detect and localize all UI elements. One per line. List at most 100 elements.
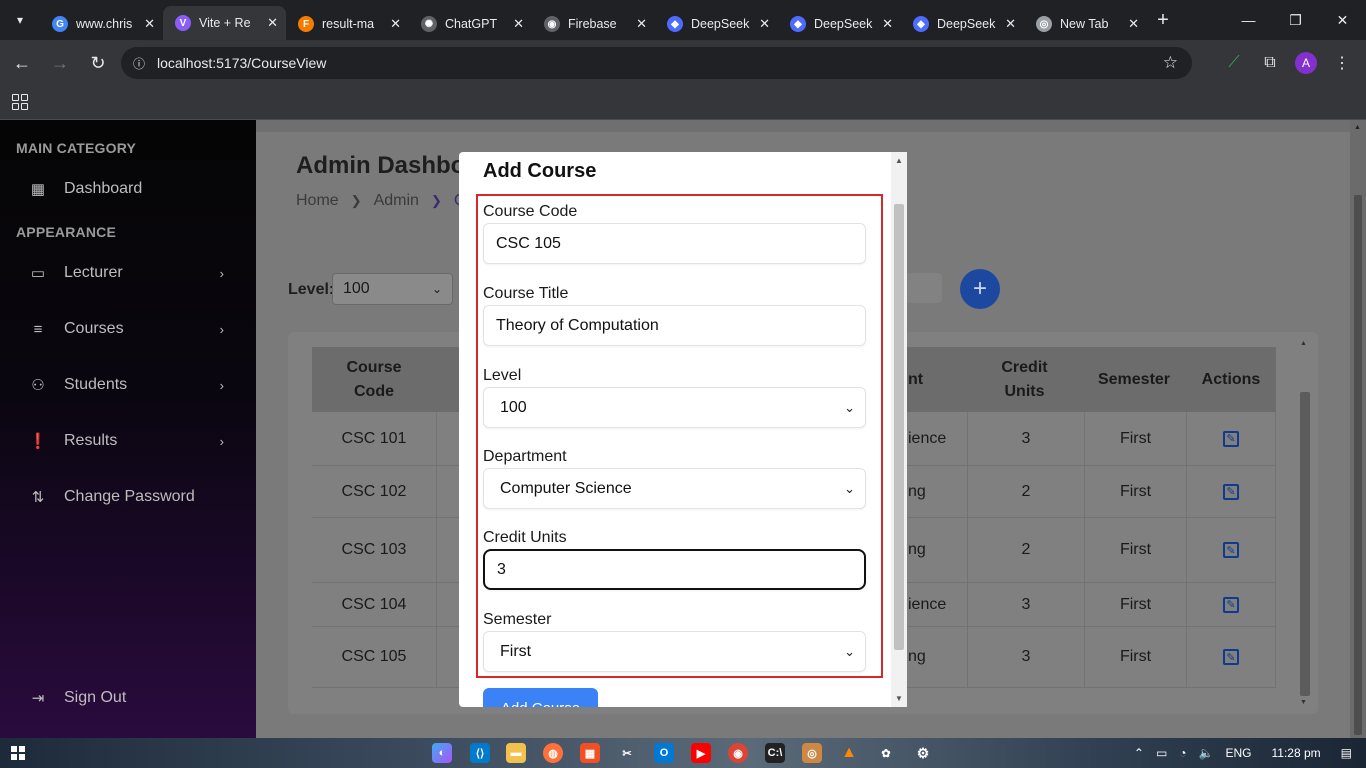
cell-department: ng [908,541,926,558]
youtube-icon[interactable]: ▶ [691,743,711,763]
close-tab-icon[interactable]: ✕ [144,16,155,32]
sidebar-item-courses[interactable]: ≡ Courses › [28,314,240,344]
cell-actions: ✎ [1186,518,1276,582]
cell-actions: ✎ [1186,466,1276,517]
scroll-down-arrow[interactable]: ▼ [894,694,904,703]
address-bar[interactable]: ⓘ localhost:5173/CourseView ☆ [121,47,1192,79]
close-tab-icon[interactable]: ✕ [636,16,647,32]
site-info-icon[interactable]: ⓘ [129,53,149,73]
credit-units-input[interactable]: 3 [483,549,866,590]
tab-search-button[interactable]: ▾ [4,4,36,36]
apps-grid-icon[interactable] [12,94,28,110]
tools-icon[interactable]: ✂ [617,743,637,763]
browser-tab[interactable]: V Vite + Re ✕ [163,6,286,40]
firefox-icon[interactable]: ◍ [543,743,563,763]
level-filter-select[interactable]: 100 ⌄ [332,273,453,305]
close-tab-icon[interactable]: ✕ [1128,16,1139,32]
edit-icon[interactable]: ✎ [1223,483,1239,500]
cell-course-code: CSC 105 [341,648,407,665]
store-icon[interactable]: ▦ [580,743,600,763]
add-course-submit-button[interactable]: Add Course [483,688,598,707]
department-select[interactable]: Computer Science ⌄ [483,468,866,509]
vlc-icon[interactable]: ▲ [839,743,859,763]
file-explorer-icon[interactable]: ▬ [506,743,526,763]
breadcrumb-home[interactable]: Home [296,192,339,210]
settings-gear-icon[interactable]: ⚙ [913,743,933,763]
copilot-icon[interactable]: ◐ [432,743,452,763]
scroll-up-arrow[interactable]: ▲ [894,156,904,165]
edit-icon[interactable]: ✎ [1223,596,1239,613]
close-tab-icon[interactable]: ✕ [390,16,401,32]
close-tab-icon[interactable]: ✕ [882,16,893,32]
browser-tab[interactable]: ◉ Firebase ✕ [532,8,655,40]
chrome-menu-icon[interactable]: ⋮ [1324,47,1360,79]
back-button[interactable]: ← [4,45,40,81]
sidebar-item-results[interactable]: ❗ Results › [28,426,240,456]
level-select[interactable]: 100 ⌄ [483,387,866,428]
close-tab-icon[interactable]: ✕ [1005,16,1016,32]
app-icon[interactable]: ◎ [802,743,822,763]
semester-select[interactable]: First ⌄ [483,631,866,672]
chevron-up-icon[interactable]: ⌃ [1134,746,1144,760]
start-button[interactable] [0,738,36,768]
browser-toolbar: ← → ↻ ⓘ localhost:5173/CourseView ☆ ⟋ ⧉ … [0,40,1366,86]
sidebar-item-dashboard[interactable]: ▦ Dashboard [28,174,240,204]
clock[interactable]: 11:28 pm [1272,746,1321,760]
maximize-button[interactable]: ❐ [1272,0,1319,40]
add-course-button[interactable]: + [960,269,1000,309]
cell-semester: First [1084,583,1186,626]
scroll-thumb[interactable] [1354,195,1362,735]
forward-button[interactable]: → [42,45,78,81]
chrome-icon[interactable]: ◉ [728,743,748,763]
scroll-thumb[interactable] [894,204,904,650]
gallery-icon[interactable]: ✿ [876,743,896,763]
scroll-down-arrow[interactable]: ▼ [1300,699,1307,706]
close-tab-icon[interactable]: ✕ [759,16,770,32]
browser-tab[interactable]: ◆ DeepSeek ✕ [901,8,1024,40]
sidebar-item-students[interactable]: ⚇ Students › [28,370,240,400]
table-scrollbar[interactable]: ▲ ▼ [1298,340,1310,706]
outlook-icon[interactable]: O [654,743,674,763]
tab-favicon-icon: ◉ [544,16,560,32]
edit-icon[interactable]: ✎ [1223,542,1239,558]
sidebar-item-lecturer[interactable]: ▭ Lecturer › [28,258,240,288]
wifi-icon[interactable]: ◔ [1179,746,1186,760]
bookmark-star-icon[interactable]: ☆ [1163,53,1178,73]
language-indicator[interactable]: ENG [1225,746,1251,760]
browser-tab[interactable]: ◎ New Tab ✕ [1024,8,1147,40]
browser-tab[interactable]: ◆ DeepSeek ✕ [778,8,901,40]
browser-tab[interactable]: ✺ ChatGPT ✕ [409,8,532,40]
close-window-button[interactable]: ✕ [1319,0,1366,40]
battery-icon[interactable]: ▭ [1156,746,1167,760]
edit-icon[interactable]: ✎ [1223,430,1239,447]
chevron-down-icon: ⌄ [844,643,855,659]
course-title-input[interactable]: Theory of Computation [483,305,866,346]
profile-avatar[interactable]: A [1295,52,1317,74]
volume-icon[interactable]: 🔈 [1199,746,1214,760]
extension-icon[interactable]: ⟋ [1216,47,1252,79]
scroll-up-arrow[interactable]: ▲ [1354,124,1361,131]
browser-tab[interactable]: Fresult-ma ✕ [286,8,409,40]
extensions-puzzle-icon[interactable]: ⧉ [1252,47,1288,79]
page-scrollbar[interactable]: ▲ [1350,120,1366,738]
scroll-up-arrow[interactable]: ▲ [1300,340,1307,347]
terminal-icon[interactable]: C:\ [765,743,785,763]
scroll-thumb[interactable] [1300,392,1310,696]
close-tab-icon[interactable]: ✕ [513,16,524,32]
sidebar-item-change-password[interactable]: ⇅ Change Password [28,482,240,512]
browser-tab[interactable]: Gwww.chris ✕ [40,8,163,40]
reload-button[interactable]: ↻ [80,45,116,81]
browser-tab[interactable]: ◆ DeepSeek ✕ [655,8,778,40]
course-code-input[interactable]: CSC 105 [483,223,866,264]
new-tab-button[interactable]: + [1147,4,1179,36]
modal-scrollbar[interactable]: ▲ ▼ [891,152,907,707]
sidebar-item-sign-out[interactable]: ⇥ Sign Out [28,683,240,713]
header-course-code: Course Code [312,347,436,412]
vscode-icon[interactable]: ⟨⟩ [470,743,490,763]
edit-icon[interactable]: ✎ [1223,649,1239,665]
sidebar-item-label: Courses [64,320,124,337]
notification-icon[interactable]: ▤ [1341,746,1352,760]
close-tab-icon[interactable]: ✕ [267,15,278,31]
breadcrumb-admin[interactable]: Admin [374,192,419,210]
minimize-button[interactable]: — [1225,0,1272,40]
